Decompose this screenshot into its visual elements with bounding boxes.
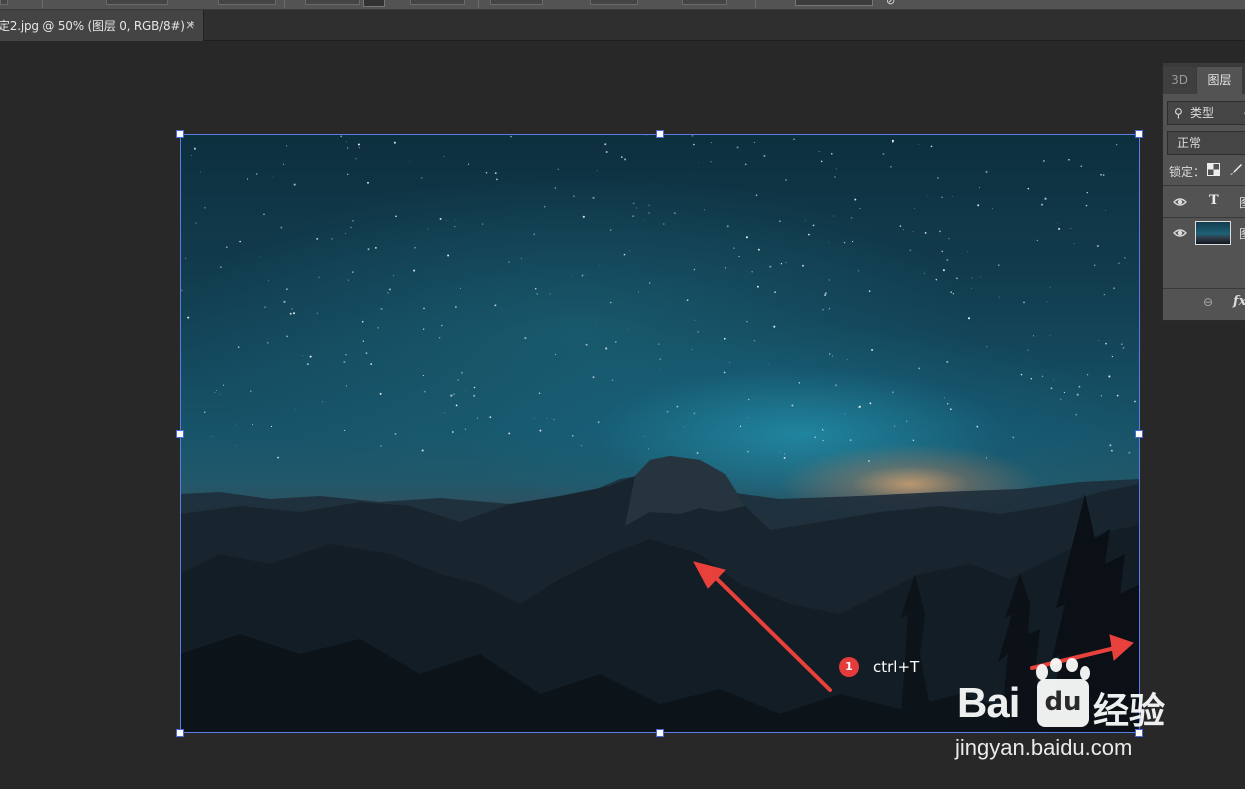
watermark-jingyan-text: 经验 <box>1093 691 1166 732</box>
watermark-url: jingyan.baidu.com <box>955 735 1133 760</box>
eye-icon[interactable] <box>1173 226 1187 240</box>
layer-name: 图 <box>1239 225 1245 242</box>
arrow-to-mountain <box>710 572 832 692</box>
watermark-du-text: du <box>1037 679 1089 727</box>
link-layers-icon[interactable]: ⊖ <box>1203 295 1213 309</box>
layer-row-text[interactable]: T 图 <box>1163 187 1245 217</box>
layer-style-fx-icon[interactable]: fx <box>1233 294 1245 309</box>
tab-3d[interactable]: 3D <box>1163 67 1196 94</box>
layer-filter-select[interactable]: ⚲ 类型 ⌄ <box>1167 101 1245 125</box>
blend-mode-select[interactable]: 正常 <box>1167 131 1245 155</box>
text-layer-icon: T <box>1209 193 1219 208</box>
lock-image-pixels-icon[interactable] <box>1229 163 1242 176</box>
step-number-badge: 1 <box>839 657 859 677</box>
panel-divider <box>1163 185 1245 186</box>
baidu-jingyan-watermark: Bai du 经验 jingyan.baidu.com <box>955 655 1195 765</box>
lock-label: 锁定： <box>1169 165 1206 179</box>
watermark-bai-text: Bai <box>957 679 1020 726</box>
tab-layers[interactable]: 图层 <box>1197 67 1242 94</box>
layer-row-image[interactable]: 图 <box>1163 218 1245 248</box>
search-icon: ⚲ <box>1174 106 1183 120</box>
shortcut-label: ctrl+T <box>873 658 920 676</box>
layers-panel: 3D 图层 ⚲ 类型 ⌄ 正常 锁定： T 图 <box>1162 63 1245 322</box>
lock-transparent-pixels-icon[interactable] <box>1207 163 1220 176</box>
layer-name: 图 <box>1239 194 1245 211</box>
layers-panel-footer: ⊖ fx <box>1163 288 1245 319</box>
layer-filter-label: 类型 <box>1190 106 1215 120</box>
eye-icon[interactable] <box>1173 195 1187 209</box>
layer-thumbnail <box>1195 221 1231 245</box>
panel-tab-strip: 3D 图层 <box>1163 63 1245 94</box>
photoshop-window: ⊘ 定2.jpg @ 50% (图层 0, RGB/8#) * × 1 ctrl… <box>0 0 1245 789</box>
